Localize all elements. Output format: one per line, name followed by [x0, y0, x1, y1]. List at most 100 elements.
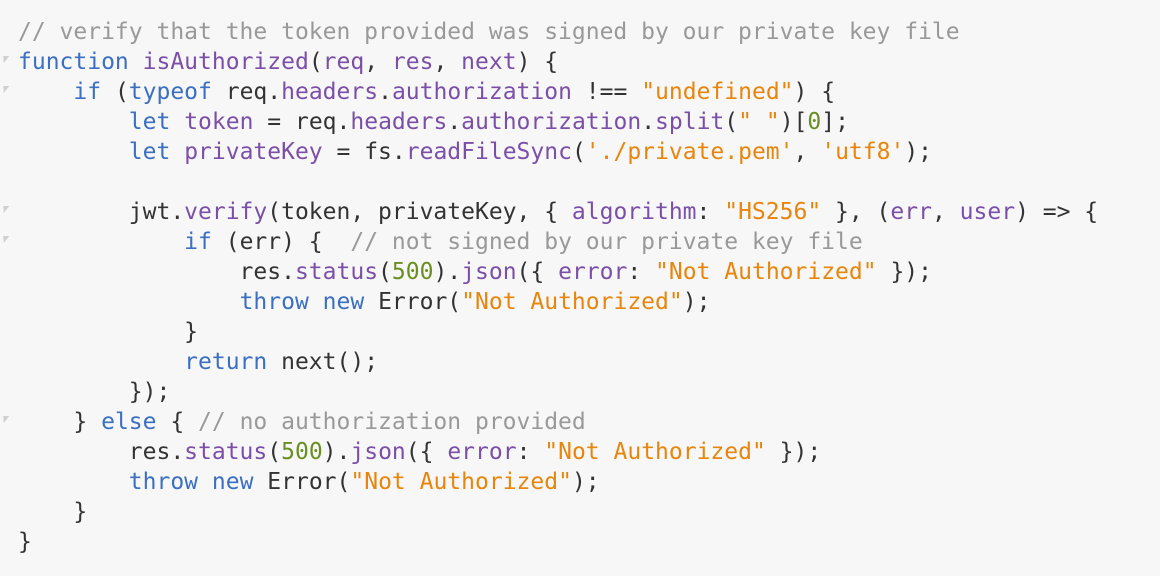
- code-token-plain: = req.: [253, 109, 351, 135]
- code-token-plain: ,: [433, 49, 462, 75]
- code-line[interactable]: jwt.verify(token, privateKey, { algorith…: [0, 197, 1160, 227]
- code-token-plain: ({: [405, 439, 448, 465]
- code-token-plain: .: [378, 79, 392, 105]
- code-token-identifier: status: [294, 259, 379, 285]
- code-token-keyword: return: [184, 349, 268, 375]
- code-token-identifier: headers: [350, 109, 448, 135]
- code-token-plain: (: [378, 259, 392, 285]
- code-token-identifier: json: [350, 439, 406, 465]
- code-line[interactable]: res.status(500).json({ error: "Not Autho…: [18, 257, 1160, 287]
- code-token-plain: (: [267, 439, 282, 465]
- code-line[interactable]: throw new Error("Not Authorized");: [18, 287, 1160, 317]
- code-token-plain: ];: [821, 109, 849, 135]
- code-token-number: 0: [807, 109, 822, 135]
- code-line[interactable]: } else { // no authorization provided: [0, 407, 1160, 437]
- code-token-comment: // verify that the token provided was si…: [18, 19, 960, 45]
- code-token-keyword: new: [211, 469, 254, 495]
- code-token-string: './private.pem': [585, 139, 794, 165]
- code-token-identifier: res: [391, 49, 434, 75]
- code-token-plain: }: [18, 409, 102, 435]
- code-token-identifier: readFileSync: [405, 139, 572, 165]
- code-token-identifier: authorization: [461, 109, 642, 135]
- fold-arrow-icon[interactable]: [0, 236, 10, 243]
- code-token-identifier: user: [959, 199, 1016, 225]
- code-line[interactable]: ​: [18, 167, 1160, 197]
- code-line[interactable]: throw new Error("Not Authorized");: [18, 467, 1160, 497]
- code-token-identifier: authorization: [391, 79, 572, 105]
- fold-arrow-icon[interactable]: [0, 416, 10, 423]
- code-line[interactable]: let privateKey = fs.readFileSync('./priv…: [18, 137, 1160, 167]
- fold-arrow-icon[interactable]: [0, 56, 10, 63]
- code-token-plain: Error(: [364, 289, 462, 315]
- code-token-plain: )[: [779, 109, 808, 135]
- code-token-identifier: req: [322, 49, 365, 75]
- code-token-plain: }: [18, 499, 88, 525]
- code-token-identifier: next: [461, 49, 517, 75]
- code-token-plain: = fs.: [322, 139, 406, 165]
- code-token-string: "Not Authorized": [350, 469, 572, 495]
- code-token-plain: ({: [516, 259, 559, 285]
- code-token-identifier: verify: [184, 199, 268, 225]
- code-line[interactable]: res.status(500).json({ error: "Not Autho…: [18, 437, 1160, 467]
- code-token-plain: (: [308, 49, 323, 75]
- code-token-plain: ,: [793, 139, 822, 165]
- code-token-number: 500: [391, 259, 434, 285]
- code-token-plain: :: [516, 439, 545, 465]
- code-token-plain: res.: [18, 439, 185, 465]
- code-token-string: " ": [738, 109, 780, 135]
- code-token-string: "Not Authorized": [544, 439, 766, 465]
- code-token-keyword: else: [101, 409, 157, 435]
- code-token-plain: :: [696, 199, 725, 225]
- code-token-plain: (: [101, 79, 129, 105]
- code-line[interactable]: }: [18, 527, 1160, 557]
- code-token-identifier: isAuthorized: [142, 49, 309, 75]
- code-line[interactable]: if (typeof req.headers.authorization !==…: [0, 77, 1160, 107]
- code-token-plain: });: [876, 259, 932, 285]
- code-token-plain: ) {: [793, 79, 836, 105]
- code-token-keyword: let: [128, 139, 171, 165]
- code-line[interactable]: });: [18, 377, 1160, 407]
- code-token-identifier: algorithm: [571, 199, 697, 225]
- code-token-plain: next();: [267, 349, 379, 375]
- code-line[interactable]: function isAuthorized(req, res, next) {: [0, 47, 1160, 77]
- code-token-identifier: status: [184, 439, 268, 465]
- code-token-plain: .: [641, 109, 656, 135]
- code-token-keyword: if: [73, 79, 102, 105]
- code-line[interactable]: }: [18, 317, 1160, 347]
- code-line[interactable]: if (err) { // not signed by our private …: [0, 227, 1160, 257]
- code-token-plain: (token, privateKey, {: [267, 199, 572, 225]
- code-token-string: "undefined": [641, 79, 794, 105]
- fold-arrow-icon[interactable]: [0, 206, 10, 213]
- code-token-identifier: privateKey: [184, 139, 323, 165]
- code-token-identifier: json: [461, 259, 517, 285]
- code-token-identifier: error: [447, 439, 517, 465]
- code-line[interactable]: let token = req.headers.authorization.sp…: [18, 107, 1160, 137]
- code-token-string: "HS256": [724, 199, 822, 225]
- code-token-keyword: let: [128, 109, 171, 135]
- code-editor[interactable]: // verify that the token provided was si…: [0, 0, 1160, 576]
- code-token-plain: !==: [571, 79, 642, 105]
- code-token-plain: :: [627, 259, 656, 285]
- code-line[interactable]: return next();: [18, 347, 1160, 377]
- code-token-plain: jwt.: [18, 199, 185, 225]
- code-token-plain: }: [18, 529, 32, 555]
- code-block[interactable]: // verify that the token provided was si…: [0, 17, 1160, 557]
- code-line[interactable]: }: [18, 497, 1160, 527]
- fold-arrow-icon[interactable]: [0, 86, 10, 93]
- code-token-plain: ,: [931, 199, 960, 225]
- code-token-plain: ).: [322, 439, 351, 465]
- code-line[interactable]: // verify that the token provided was si…: [18, 17, 1160, 47]
- code-token-keyword: throw: [239, 289, 309, 315]
- code-token-plain: (: [571, 139, 586, 165]
